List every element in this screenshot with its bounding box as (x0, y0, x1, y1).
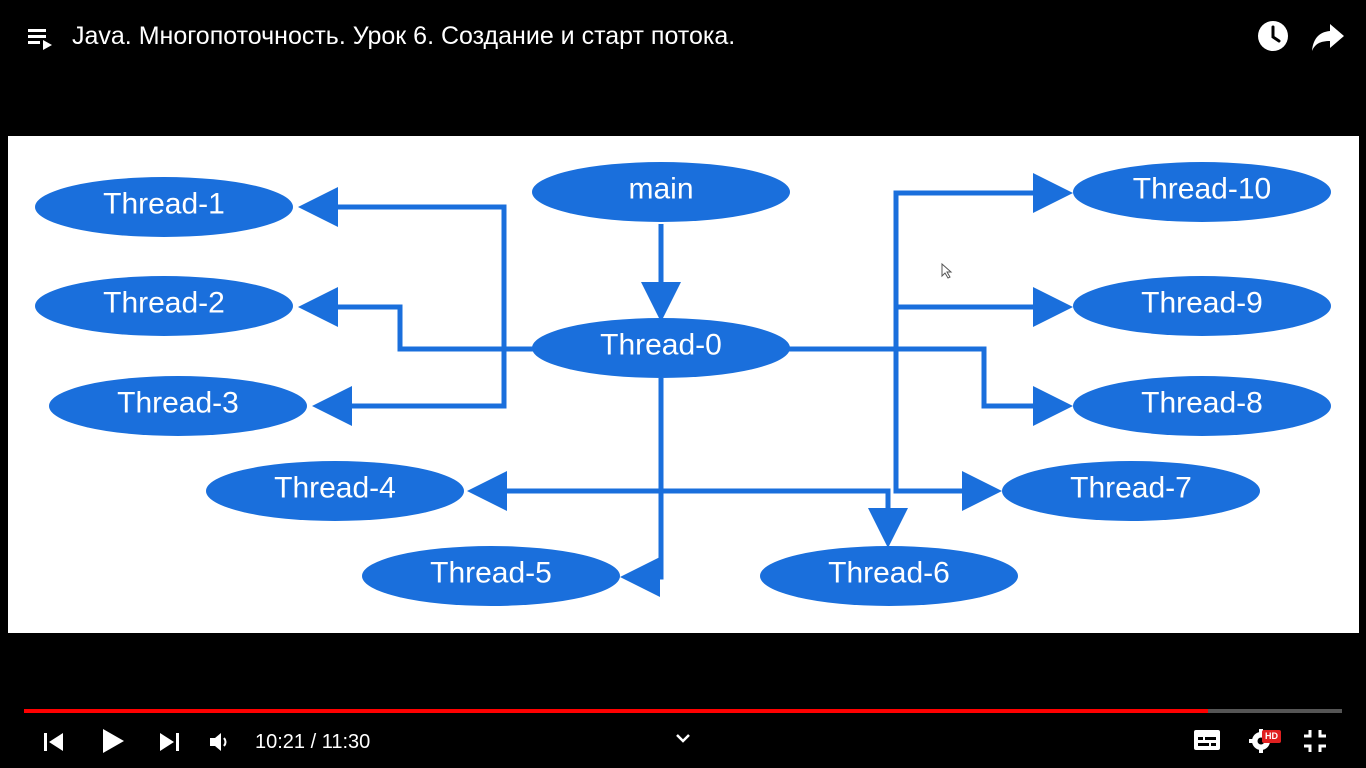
skip-next-icon[interactable] (157, 730, 181, 754)
slide-diagram: main Thread-0 Thread-1 Thread-2 Thread-3… (8, 136, 1359, 633)
player-controls: 10:21 / 11:30 HD (0, 716, 1366, 768)
edge-thread-0-thread-2 (298, 287, 534, 352)
diagram-edges (298, 173, 1073, 597)
node-label-thread-2: Thread-2 (103, 287, 225, 320)
volume-icon[interactable] (208, 731, 232, 753)
edge-thread-0-thread-10 (893, 173, 1073, 349)
node-label-thread-0: Thread-0 (600, 329, 722, 362)
progress-played (24, 709, 1208, 713)
node-label-thread-7: Thread-7 (1070, 472, 1192, 505)
video-title[interactable]: Java. Многопоточность. Урок 6. Создание … (72, 20, 735, 52)
cursor-icon (941, 262, 953, 279)
node-label-thread-4: Thread-4 (274, 472, 396, 505)
edge-thread-0-thread-8 (788, 346, 1073, 426)
time-display: 10:21 / 11:30 (255, 731, 371, 753)
thread-diagram: main Thread-0 Thread-1 Thread-2 Thread-3… (35, 162, 1331, 606)
node-label-thread-5: Thread-5 (430, 557, 552, 590)
edge-thread-0-thread-7 (893, 349, 1002, 511)
node-label-main: main (628, 173, 693, 206)
edge-thread-0-thread-6 (661, 488, 908, 548)
top-bar: Java. Многопоточность. Урок 6. Создание … (0, 0, 1366, 72)
progress-bar[interactable] (24, 709, 1342, 713)
playlist-icon[interactable] (26, 24, 54, 52)
node-label-thread-1: Thread-1 (103, 188, 225, 221)
clock-icon[interactable] (1256, 19, 1290, 53)
node-label-thread-10: Thread-10 (1133, 173, 1271, 206)
edge-thread-0-thread-1 (298, 187, 534, 352)
skip-previous-icon[interactable] (42, 730, 66, 754)
edge-thread-0-thread-5 (620, 378, 664, 597)
hd-badge: HD (1262, 730, 1281, 743)
subtitles-icon[interactable] (1193, 728, 1221, 752)
diagram-labels: main Thread-0 Thread-1 Thread-2 Thread-3… (103, 173, 1271, 590)
play-icon[interactable] (100, 727, 126, 755)
diagram-nodes (35, 162, 1331, 606)
node-label-thread-8: Thread-8 (1141, 387, 1263, 420)
edge-thread-0-thread-3 (312, 349, 507, 426)
node-label-thread-9: Thread-9 (1141, 287, 1263, 320)
node-label-thread-3: Thread-3 (117, 387, 239, 420)
exit-fullscreen-icon[interactable] (1302, 728, 1328, 754)
node-label-thread-6: Thread-6 (828, 557, 950, 590)
share-arrow-icon[interactable] (1310, 20, 1346, 54)
chevron-down-icon[interactable] (675, 732, 691, 744)
